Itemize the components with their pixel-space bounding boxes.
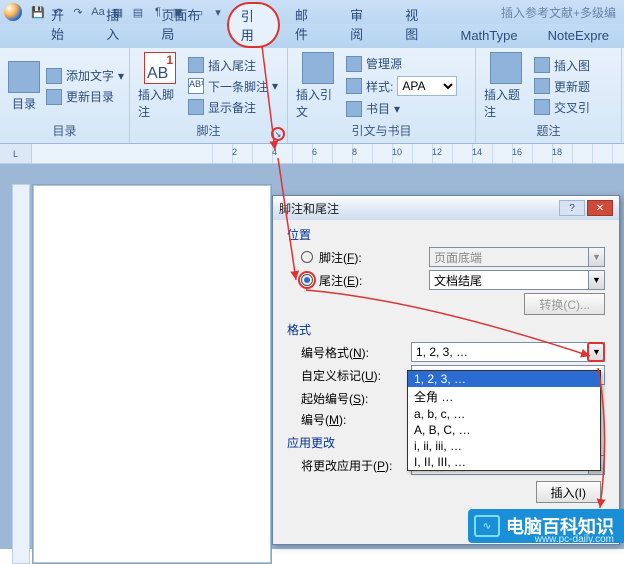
dropdown-option[interactable]: i, ii, iii, … (408, 438, 600, 454)
monitor-icon: ∿ (474, 515, 500, 537)
ruler-corner: L (0, 144, 32, 163)
group-label: 目录 (8, 120, 121, 141)
ribbon-tabs: 开始 插入 页面布局 引用 邮件 审阅 视图 MathType NoteExpr… (0, 24, 624, 48)
apply-to-label: 将更改应用于(P): (301, 457, 411, 474)
group-footnotes: 1AB插入脚注 插入尾注 AB¹下一条脚注 ▾ 显示备注 脚注 ↘ (130, 48, 288, 143)
endnote-location-combo[interactable]: 文档结尾▼ (429, 270, 605, 290)
tab-view[interactable]: 视图 (390, 0, 445, 48)
group-label: 题注 (484, 120, 613, 141)
numbering-label: 编号(M): (301, 411, 411, 428)
footnote-radio-label: 脚注(F): (319, 249, 429, 266)
insert-endnote-button[interactable]: 插入尾注 (188, 57, 278, 74)
tab-mailings[interactable]: 邮件 (280, 0, 335, 48)
start-at-label: 起始编号(S): (301, 390, 411, 407)
watermark-badge: ∿ 电脑百科知识 www.pc-daily.com (468, 509, 624, 543)
toc-button[interactable]: 目录 (8, 52, 40, 120)
dropdown-option[interactable]: 全角 … (408, 387, 600, 406)
next-footnote-button[interactable]: AB¹下一条脚注 ▾ (188, 78, 278, 95)
cross-reference-button[interactable]: 交叉引 (534, 99, 590, 116)
update-table-button[interactable]: 更新题 (534, 78, 590, 95)
dropdown-option[interactable]: A, B, C, … (408, 422, 600, 438)
toc-label: 目录 (12, 95, 36, 112)
insert-caption-label: 插入题注 (484, 86, 528, 120)
chevron-down-icon: ▼ (588, 248, 604, 266)
insert-caption-button[interactable]: 插入题注 (484, 52, 528, 120)
tab-references[interactable]: 引用 (227, 2, 280, 48)
watermark-url: www.pc-daily.com (535, 534, 614, 545)
group-label: 脚注 (138, 120, 279, 141)
number-format-combo[interactable]: 1, 2, 3, …▼ (411, 342, 605, 362)
show-notes-button[interactable]: 显示备注 (188, 99, 278, 116)
help-icon[interactable]: ? (559, 200, 585, 216)
group-toc: 目录 添加文字 ▾ 更新目录 目录 (0, 48, 130, 143)
custom-mark-label: 自定义标记(U): (301, 367, 411, 384)
footnote-radio[interactable] (301, 251, 313, 263)
group-label: 引文与书目 (296, 120, 467, 141)
section-format-label: 格式 (287, 321, 605, 338)
dropdown-option[interactable]: a, b, c, … (408, 406, 600, 422)
endnote-radio[interactable] (301, 274, 313, 286)
horizontal-ruler: L 246 81012 141618 (0, 144, 624, 164)
endnote-radio-label: 尾注(E): (319, 272, 429, 289)
dropdown-option[interactable]: I, II, III, … (408, 454, 600, 470)
footnote-endnote-dialog: 脚注和尾注 ? ✕ 位置 脚注(F): 页面底端▼ 尾注(E): 文档结尾▼ 转… (272, 195, 620, 545)
window-title: 插入参考文献+多级编 (501, 4, 620, 21)
tab-mathtype[interactable]: MathType (445, 23, 532, 48)
ribbon: 目录 添加文字 ▾ 更新目录 目录 1AB插入脚注 插入尾注 AB¹下一条脚注 … (0, 48, 624, 144)
chevron-down-icon[interactable]: ▼ (588, 271, 604, 289)
bibliography-button[interactable]: 书目 ▾ (346, 100, 457, 117)
document-page[interactable] (32, 184, 272, 564)
dropdown-option[interactable]: 1, 2, 3, … (408, 371, 600, 387)
chevron-down-icon[interactable]: ▼ (588, 343, 604, 361)
vertical-ruler (12, 184, 30, 564)
insert-footnote-label: 插入脚注 (138, 86, 182, 120)
insert-button[interactable]: 插入(I) (536, 481, 601, 503)
insert-citation-label: 插入引文 (296, 86, 340, 120)
tab-home[interactable]: 开始 (36, 0, 91, 48)
tab-review[interactable]: 审阅 (335, 0, 390, 48)
tab-noteexpress[interactable]: NoteExpre (533, 23, 624, 48)
dialog-title: 脚注和尾注 (279, 200, 339, 217)
number-format-dropdown[interactable]: 1, 2, 3, … 全角 … a, b, c, … A, B, C, … i,… (407, 370, 601, 471)
tab-pagelayout[interactable]: 页面布局 (146, 0, 226, 48)
add-text-button[interactable]: 添加文字 ▾ (46, 67, 124, 84)
style-dropdown[interactable]: APA (397, 76, 457, 96)
insert-tof-button[interactable]: 插入图 (534, 57, 590, 74)
section-position-label: 位置 (287, 226, 605, 243)
group-citations: 插入引文 管理源 样式: APA 书目 ▾ 引文与书目 (288, 48, 476, 143)
number-format-label: 编号格式(N): (301, 344, 411, 361)
office-button[interactable] (4, 3, 22, 21)
update-toc-button[interactable]: 更新目录 (46, 88, 124, 105)
insert-citation-button[interactable]: 插入引文 (296, 52, 340, 120)
close-icon[interactable]: ✕ (587, 200, 613, 216)
tab-insert[interactable]: 插入 (91, 0, 146, 48)
group-captions: 插入题注 插入图 更新题 交叉引 题注 (476, 48, 622, 143)
insert-footnote-button[interactable]: 1AB插入脚注 (138, 52, 182, 120)
convert-button: 转换(C)... (524, 293, 605, 315)
citation-style-select[interactable]: 样式: APA (346, 76, 457, 96)
dialog-titlebar[interactable]: 脚注和尾注 ? ✕ (273, 196, 619, 220)
manage-sources-button[interactable]: 管理源 (346, 55, 457, 72)
footnote-location-combo: 页面底端▼ (429, 247, 605, 267)
footnote-dialog-launcher[interactable]: ↘ (271, 127, 285, 141)
